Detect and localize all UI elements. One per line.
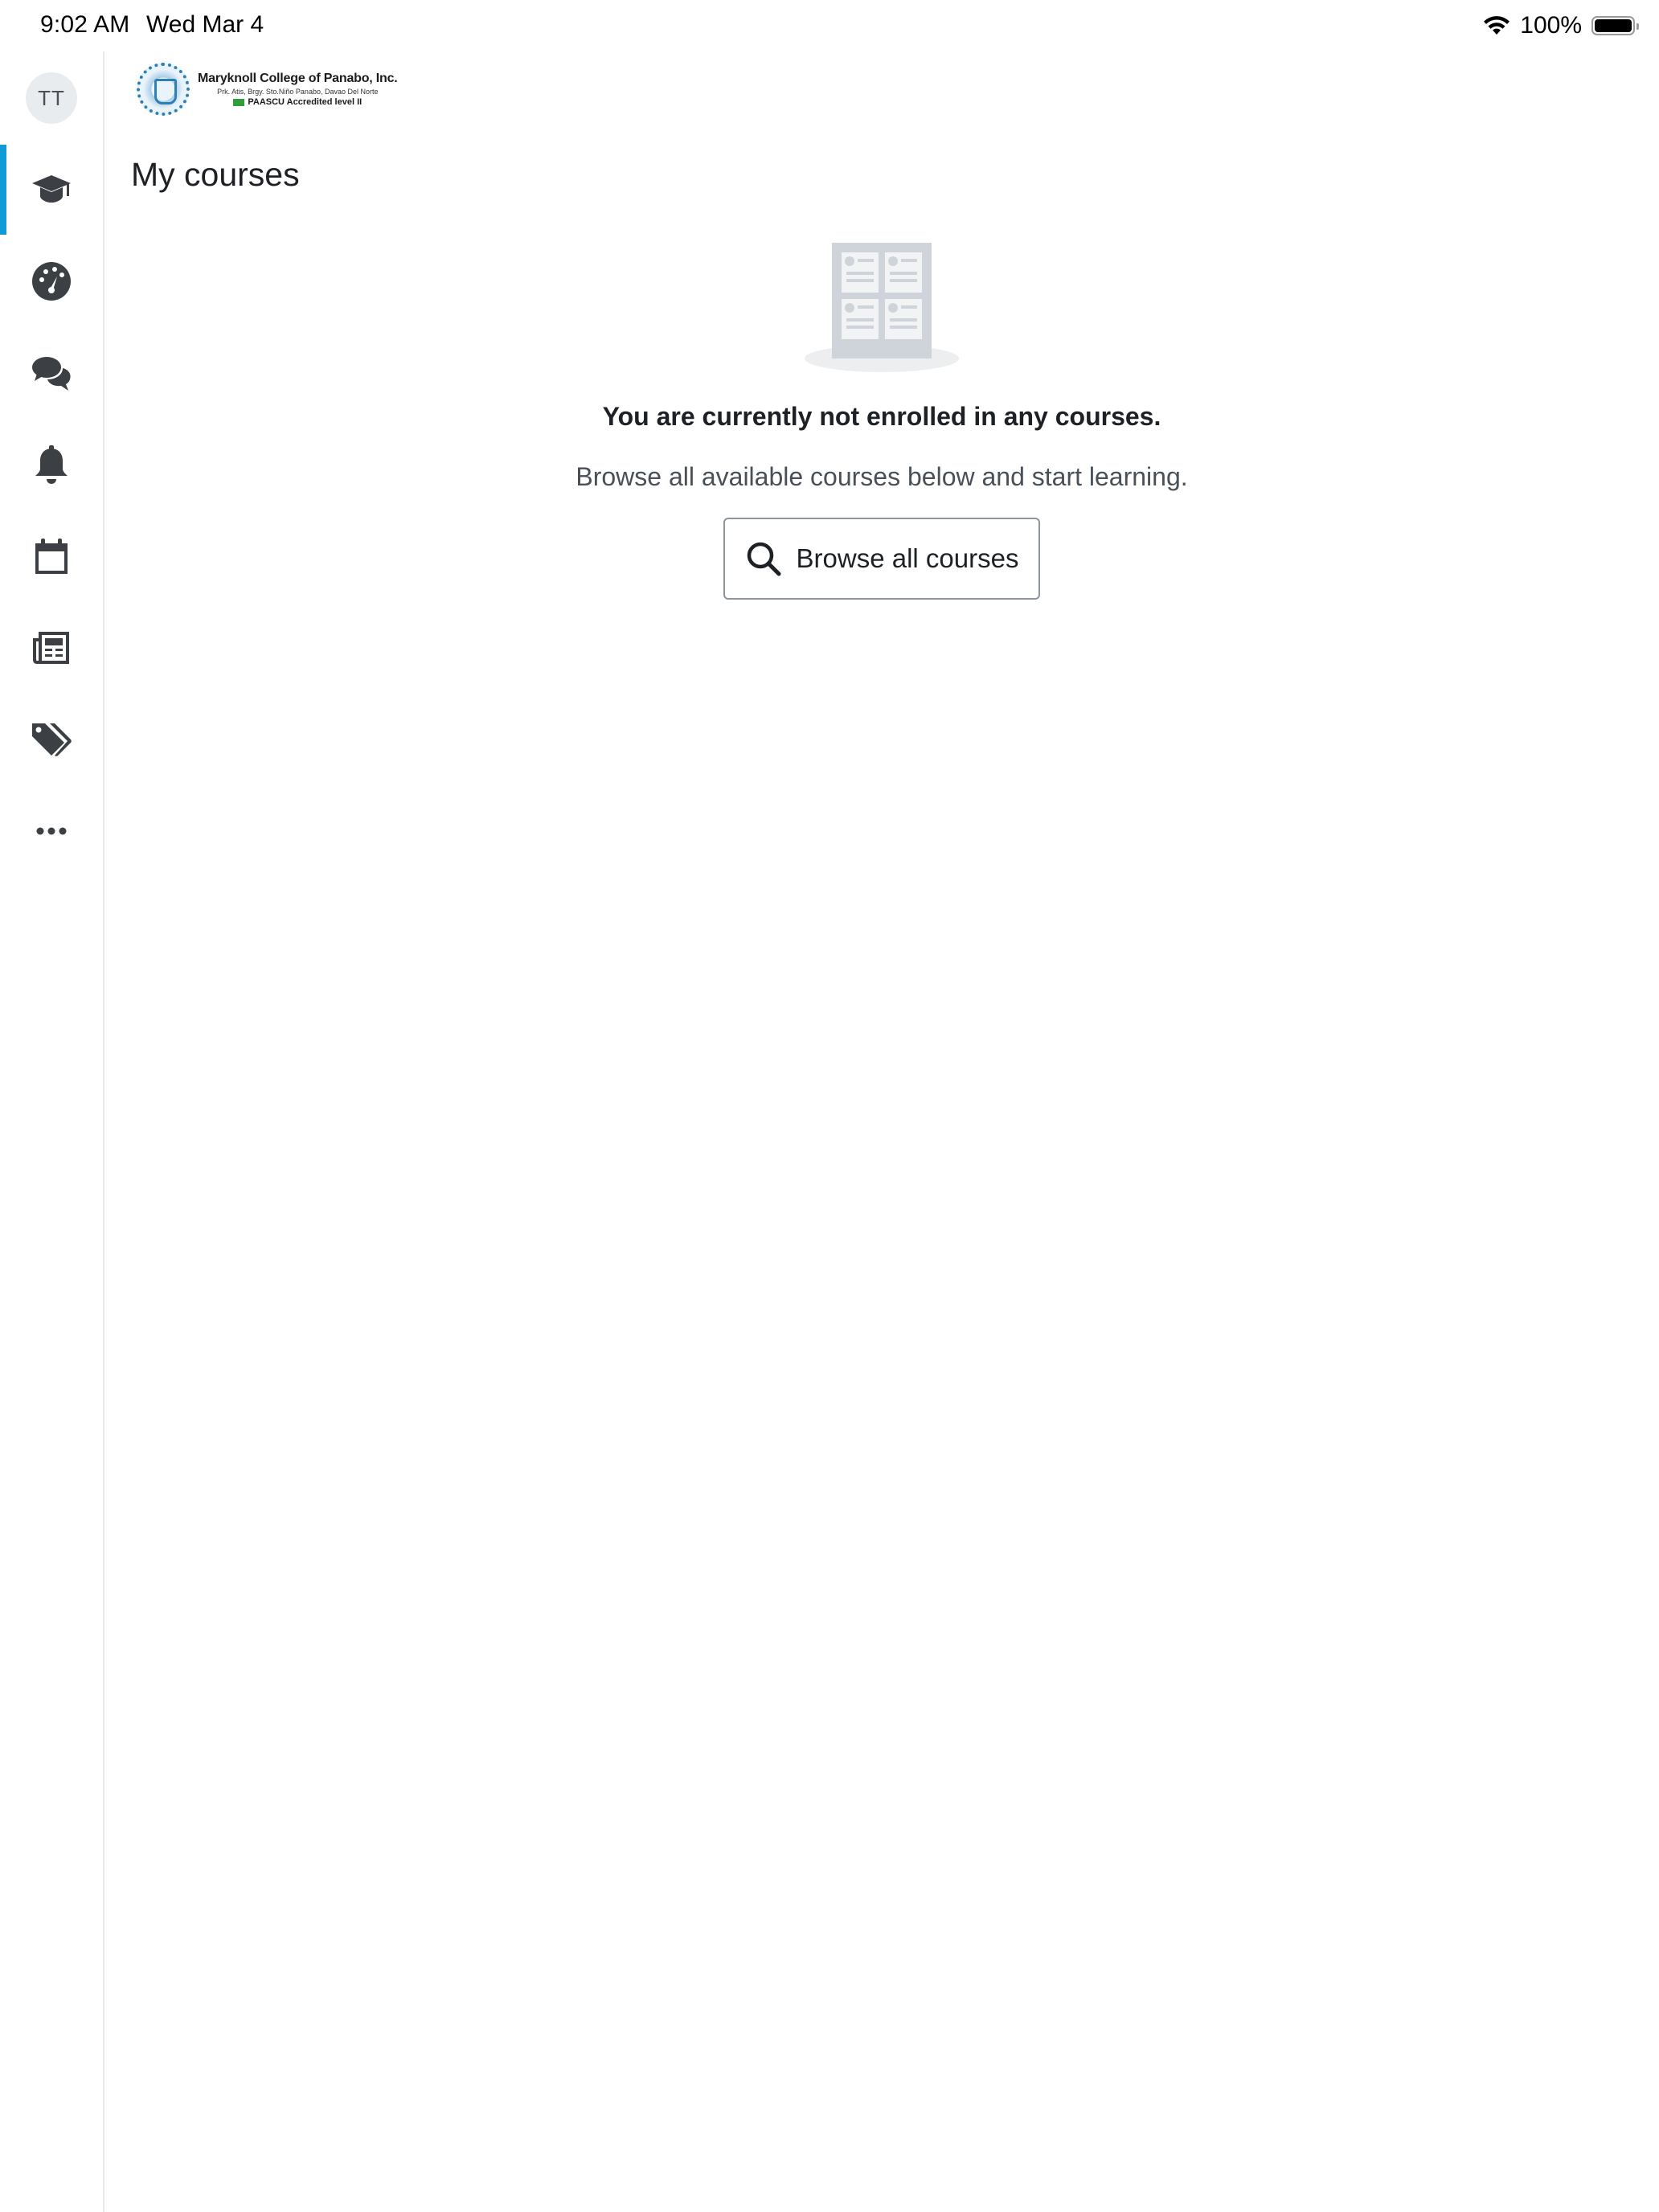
status-indicators: 100% bbox=[1483, 11, 1639, 40]
logo-name: Maryknoll College of Panabo, Inc. bbox=[198, 72, 398, 85]
page-title: My courses bbox=[131, 156, 300, 193]
browse-all-courses-label: Browse all courses bbox=[796, 543, 1019, 573]
search-icon bbox=[747, 542, 781, 576]
battery-icon bbox=[1591, 16, 1639, 35]
rail-item-messages[interactable] bbox=[0, 328, 103, 418]
empty-courses-illustration-icon bbox=[801, 233, 962, 378]
logo-accreditation-text: PAASCU Accredited level II bbox=[248, 97, 363, 107]
empty-state: You are currently not enrolled in any co… bbox=[104, 233, 1659, 600]
tags-icon bbox=[32, 723, 72, 756]
logo-address: Prk. Atis, Brgy. Sto.Niño Panabo, Davao … bbox=[217, 88, 379, 96]
status-date: Wed Mar 4 bbox=[146, 11, 264, 38]
logo-accreditation: PAASCU Accredited level II bbox=[233, 97, 362, 107]
navigation-rail: TT bbox=[0, 51, 104, 2212]
rail-item-more[interactable] bbox=[0, 786, 103, 876]
battery-level bbox=[1595, 19, 1632, 32]
chat-bubbles-icon bbox=[32, 357, 71, 391]
site-logo[interactable]: Maryknoll College of Panabo, Inc. Prk. A… bbox=[137, 61, 426, 117]
rail-item-news[interactable] bbox=[0, 603, 103, 693]
bell-icon bbox=[35, 445, 68, 484]
graduation-cap-icon bbox=[32, 175, 71, 203]
newspaper-icon bbox=[33, 632, 69, 664]
status-bar: 9:02 AM Wed Mar 4 100% bbox=[0, 0, 1659, 51]
rail-item-dashboard[interactable] bbox=[0, 236, 103, 326]
logo-text: Maryknoll College of Panabo, Inc. Prk. A… bbox=[198, 72, 398, 107]
rail-item-tags[interactable] bbox=[0, 694, 103, 784]
rail-item-notifications[interactable] bbox=[0, 420, 103, 510]
calendar-icon bbox=[35, 539, 68, 574]
college-seal-icon bbox=[137, 63, 190, 116]
status-time: 9:02 AM bbox=[40, 11, 130, 38]
rail-item-calendar[interactable] bbox=[0, 511, 103, 601]
dashboard-gauge-icon bbox=[32, 262, 71, 301]
browse-all-courses-button[interactable]: Browse all courses bbox=[723, 518, 1040, 600]
flag-icon bbox=[233, 98, 245, 106]
empty-state-subtext: Browse all available courses below and s… bbox=[576, 462, 1188, 491]
empty-state-heading: You are currently not enrolled in any co… bbox=[602, 402, 1161, 431]
rail-item-my-courses[interactable] bbox=[0, 145, 103, 235]
battery-percent: 100% bbox=[1520, 12, 1582, 39]
more-dots-icon bbox=[36, 827, 67, 835]
wifi-icon bbox=[1484, 16, 1510, 35]
user-avatar[interactable]: TT bbox=[26, 72, 77, 124]
